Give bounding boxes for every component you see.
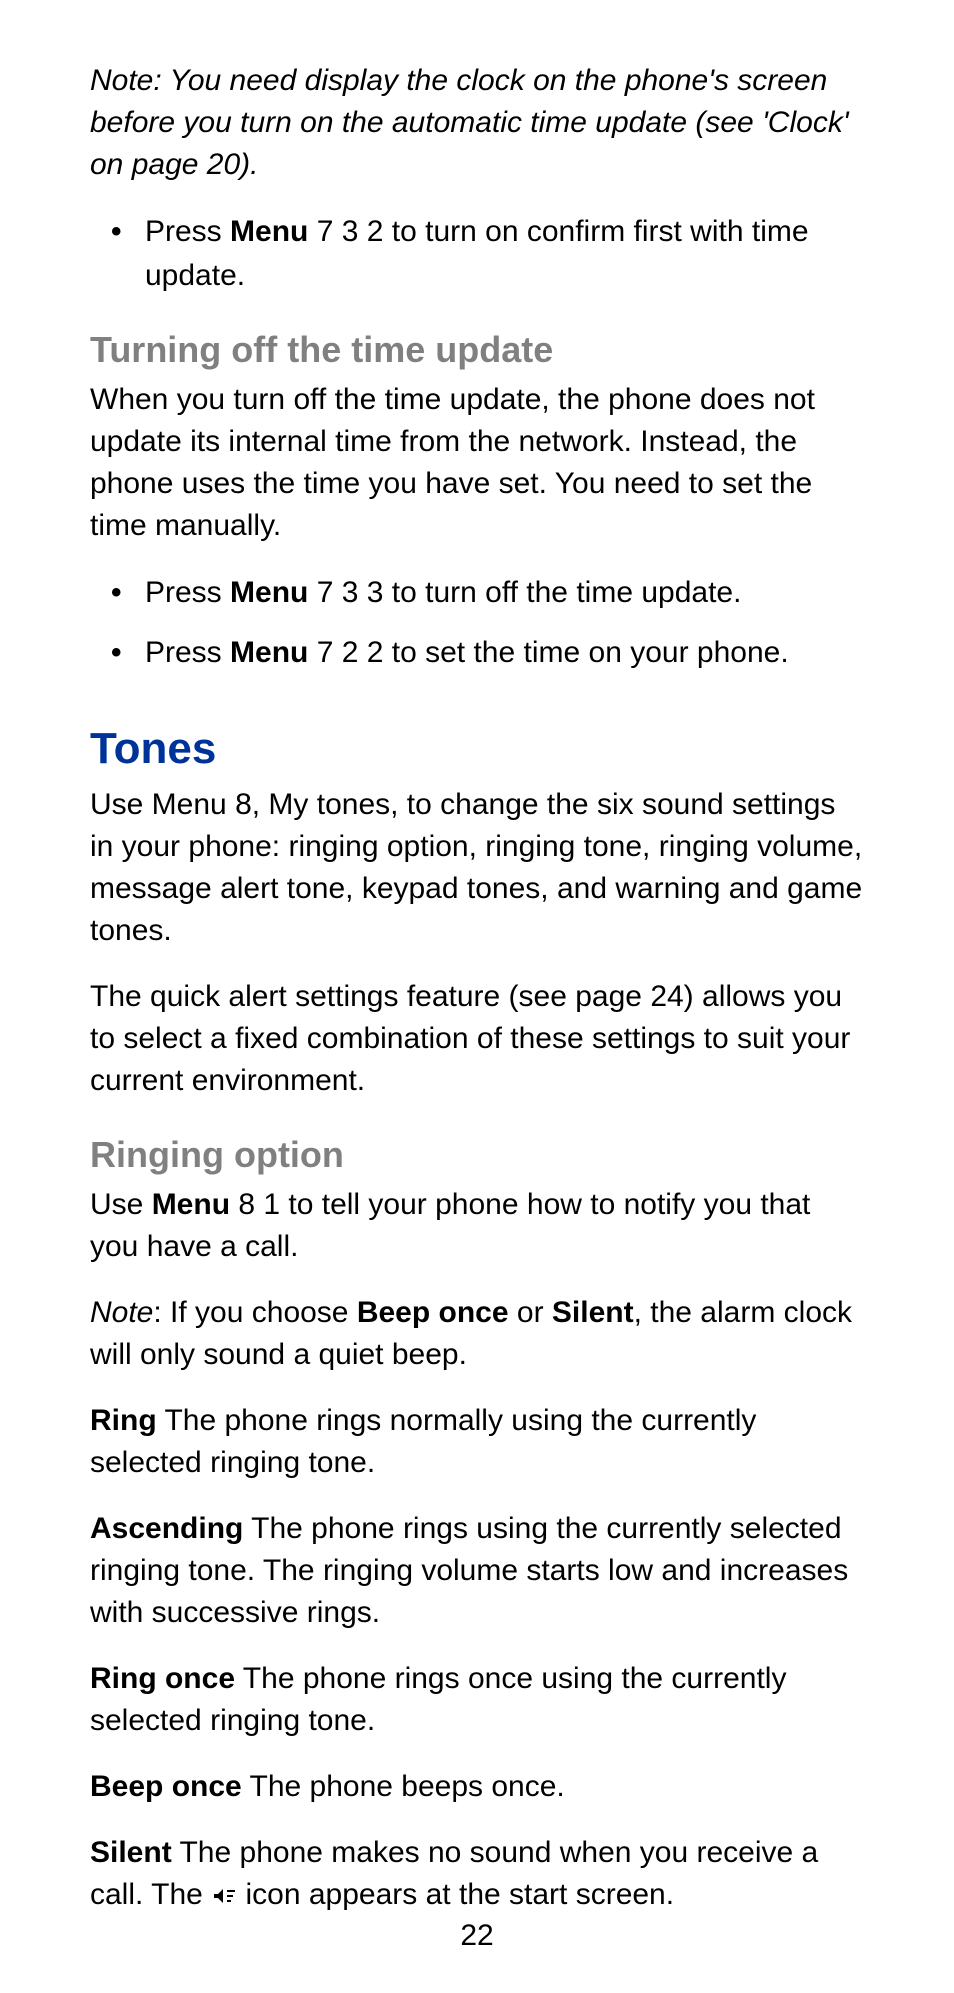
body-text: The phone beeps once. [242,1770,565,1803]
body-text: Beep once [357,1296,509,1329]
document-page: Note: You need display the clock on the … [0,0,954,1993]
body-paragraph: When you turn off the time update, the p… [90,379,864,547]
body-text: Silent [90,1836,172,1869]
list-item: Press Menu 7 3 2 to turn on confirm firs… [145,210,864,297]
body-text: Press [145,636,230,669]
body-text: Ring once [90,1662,235,1695]
body-text: Ring [90,1404,157,1437]
body-text: Press [145,215,230,248]
list-item: Press Menu 7 2 2 to set the time on your… [145,631,864,675]
body-text: Menu [230,576,308,609]
body-paragraph: Ascending The phone rings using the curr… [90,1508,864,1634]
body-paragraph: Use Menu 8, My tones, to change the six … [90,784,864,952]
sub-heading: Ringing option [90,1134,864,1176]
body-text: 7 2 2 to set the time on your phone. [308,636,788,669]
body-paragraph: Use Menu 8 1 to tell your phone how to n… [90,1184,864,1268]
body-text: Use [90,1188,152,1221]
page-number: 22 [0,1919,954,1953]
body-paragraph: Ring The phone rings normally using the … [90,1400,864,1484]
list-item: Press Menu 7 3 3 to turn off the time up… [145,571,864,615]
bullet-list: Press Menu 7 3 2 to turn on confirm firs… [90,210,864,297]
body-text: Silent [552,1296,634,1329]
body-text: Menu [152,1188,230,1221]
body-text: or [509,1296,552,1329]
body-text: The phone rings normally using the curre… [90,1404,756,1479]
sub-heading: Turning off the time update [90,329,864,371]
body-text: Beep once [90,1770,242,1803]
body-paragraph: Beep once The phone beeps once. [90,1766,864,1808]
body-paragraph: Ring once The phone rings once using the… [90,1658,864,1742]
body-paragraph: The quick alert settings feature (see pa… [90,976,864,1102]
bullet-list: Press Menu 7 3 3 to turn off the time up… [90,571,864,674]
body-text: Menu [230,215,308,248]
section-heading: Tones [90,724,864,774]
body-paragraph: Silent The phone makes no sound when you… [90,1832,864,1919]
body-text: Menu [230,636,308,669]
silent-icon [211,1877,237,1919]
body-text: icon appears at the start screen. [237,1878,674,1911]
body-text: 7 3 3 to turn off the time update. [308,576,741,609]
body-paragraph: Note: If you choose Beep once or Silent,… [90,1292,864,1376]
body-text: Ascending [90,1512,243,1545]
body-text: Note [90,1296,153,1329]
body-text: : If you choose [153,1296,356,1329]
body-text: Press [145,576,230,609]
note-paragraph: Note: You need display the clock on the … [90,60,864,186]
